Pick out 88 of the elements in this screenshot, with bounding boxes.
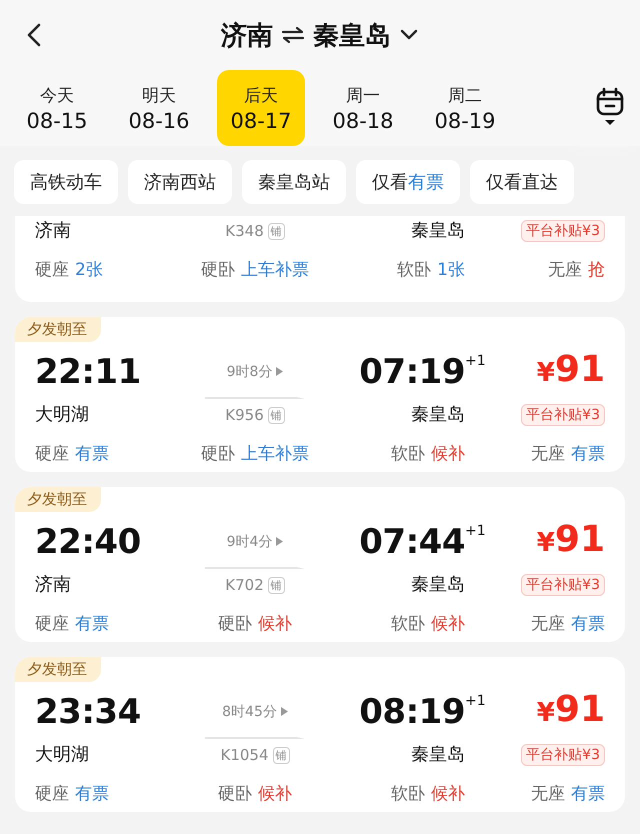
play-icon [276,367,284,376]
seat-status: 2张 [75,259,103,281]
filter-chip[interactable]: 仅看有票 [356,160,460,204]
berth-tag: 铺 [268,222,285,240]
play-icon [276,537,284,546]
seat-status: 有票 [75,613,109,635]
departure-station: 济南 [35,219,72,243]
filter-chip[interactable]: 济南西站 [128,160,232,204]
seat-type: 无座 [548,259,582,281]
seat-status: 有票 [571,613,605,635]
arrival-city: 秦皇岛 [313,20,391,52]
berth-tag: 铺 [268,576,285,594]
seat-type: 软卧 [391,613,425,635]
subsidy-tag: 平台补贴¥3 [521,744,605,766]
price: ¥91 [536,519,605,562]
seat-status: 候补 [258,613,292,635]
seat-status: 有票 [571,443,605,465]
date-tab[interactable]: 周二 08-19 [421,70,509,146]
filter-chip[interactable]: 仅看直达 [470,160,574,204]
subsidy-tag: 平台补贴¥3 [521,574,605,596]
seat-type: 无座 [531,443,565,465]
subsidy-tag: 平台补贴¥3 [521,404,605,426]
seat-status: 上车补票 [241,443,309,465]
train-badge: 夕发朝至 [15,317,101,342]
departure-time: 22:40 [35,520,142,562]
arrival-station: 秦皇岛 [411,743,465,767]
seat-type: 软卧 [397,259,432,281]
day-offset: +1 [465,692,485,708]
seat-type: 硬座 [35,783,69,805]
arrival-station: 秦皇岛 [411,403,465,427]
date-tab[interactable]: 明天 08-16 [115,70,203,146]
departure-time: 22:11 [35,350,142,392]
seat-type: 无座 [531,783,565,805]
swap-icon[interactable] [281,26,305,44]
seat-type: 硬卧 [201,443,235,465]
seat-status: 1张 [437,259,465,281]
departure-time: 23:34 [35,690,142,732]
arrival-station: 秦皇岛 [411,219,465,243]
train-card[interactable]: 济南 K348 铺 秦皇岛 平台补贴¥3 硬座 2张 硬卧 上车补票 软卧 1张 无座 抢 [15,216,625,302]
berth-tag: 铺 [268,406,285,424]
date-tab[interactable]: 周一 08-18 [319,70,407,146]
seat-status: 上车补票 [241,259,309,281]
train-number: K702 [225,576,264,594]
duration: 9时8分 [226,362,272,380]
seat-type: 硬座 [35,259,69,281]
seat-status: 候补 [431,443,465,465]
seat-type: 无座 [531,613,565,635]
day-offset: +1 [465,352,485,368]
day-offset: +1 [465,522,485,538]
departure-station: 大明湖 [35,743,90,767]
seat-type: 软卧 [391,443,425,465]
seat-status: 有票 [571,783,605,805]
seat-type: 软卧 [391,783,425,805]
chevron-down-icon[interactable] [399,28,419,42]
filter-chip[interactable]: 秦皇岛站 [242,160,346,204]
seat-status: 有票 [75,783,109,805]
duration: 8时45分 [222,702,277,720]
seat-type: 硬卧 [201,259,235,281]
seat-type: 硬座 [35,443,69,465]
seat-status: 候补 [258,783,292,805]
departure-station: 济南 [35,573,72,597]
duration: 9时4分 [226,532,272,550]
train-badge: 夕发朝至 [15,657,101,682]
train-number: K1054 [220,746,268,764]
subsidy-tag: 平台补贴¥3 [521,220,605,242]
seat-status: 候补 [431,613,465,635]
arrival-time: 07:44 [359,520,465,562]
seat-type: 硬座 [35,613,69,635]
filter-chip[interactable]: 高铁动车 [14,160,118,204]
departure-city: 济南 [221,20,273,52]
arrival-station: 秦皇岛 [411,573,465,597]
seat-status: 抢 [588,259,605,281]
train-number: K348 [225,222,264,240]
departure-station: 大明湖 [35,403,90,427]
seat-type: 硬卧 [218,613,252,635]
seat-type: 硬卧 [218,783,252,805]
price: ¥91 [536,689,605,732]
berth-tag: 铺 [272,746,290,764]
seat-status: 候补 [431,783,465,805]
price: ¥91 [536,349,605,392]
seat-status: 有票 [75,443,109,465]
arrival-time: 07:19 [359,350,465,392]
train-badge: 夕发朝至 [15,487,101,512]
date-tab[interactable]: 后天 08-17 [217,70,305,146]
play-icon [280,707,288,716]
train-number: K956 [225,406,264,424]
date-tab[interactable]: 今天 08-15 [13,70,101,146]
arrival-time: 08:19 [359,690,465,732]
